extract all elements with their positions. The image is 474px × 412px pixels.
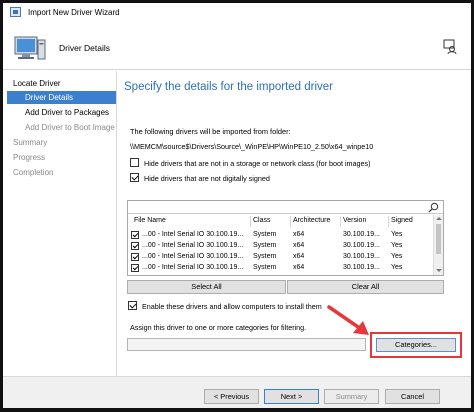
help-icon[interactable] xyxy=(443,39,459,55)
column-separator xyxy=(340,216,341,227)
nav-step-summary: Summary xyxy=(13,138,48,147)
driver-architecture: x64 xyxy=(293,231,305,238)
nav-step-add-driver-to-boot-image: Add Driver to Boot Image xyxy=(25,123,115,132)
category-field xyxy=(127,338,366,351)
computer-icon xyxy=(14,36,46,60)
col-header-signed[interactable]: Signed xyxy=(391,217,413,224)
search-icon[interactable] xyxy=(428,202,439,213)
scroll-down-arrow-icon[interactable] xyxy=(436,269,442,272)
col-header-file-name[interactable]: File Name xyxy=(134,217,166,224)
col-header-version[interactable]: Version xyxy=(343,217,366,224)
driver-row[interactable]: ...00 - Intel Serial IO 30.100.19... Sys… xyxy=(128,263,433,274)
import-folder-label: The following drivers will be imported f… xyxy=(130,127,291,136)
driver-file-name: ...00 - Intel Serial IO 30.100.19... xyxy=(142,231,244,238)
clear-all-button[interactable]: Clear All xyxy=(287,280,444,294)
wizard-footer: < Previous Next > Summary Cancel xyxy=(3,377,471,408)
nav-step-locate-driver: Locate Driver xyxy=(13,79,61,88)
title-bar: Import New Driver Wizard xyxy=(3,3,471,21)
driver-row[interactable]: ...00 - Intel Serial IO 30.100.19... Sys… xyxy=(128,241,433,252)
driver-architecture: x64 xyxy=(293,253,305,260)
nav-step-add-driver-to-packages: Add Driver to Packages xyxy=(25,108,110,117)
col-header-class[interactable]: Class xyxy=(253,217,271,224)
assign-categories-label: Assign this driver to one or more catego… xyxy=(130,323,307,332)
driver-version: 30.100.19... xyxy=(343,264,380,271)
nav-step-driver-details: Driver Details xyxy=(7,91,116,104)
driver-list[interactable]: File Name Class Architecture Version Sig… xyxy=(127,200,444,276)
page-heading: Specify the details for the imported dri… xyxy=(124,81,334,93)
col-header-architecture[interactable]: Architecture xyxy=(293,217,330,224)
wizard-app-icon xyxy=(10,7,21,17)
hide-unsigned-checkbox[interactable] xyxy=(130,173,139,182)
driver-file-name: ...00 - Intel Serial IO 30.100.19... xyxy=(142,264,244,271)
scroll-up-arrow-icon[interactable] xyxy=(436,217,442,220)
driver-search-input[interactable] xyxy=(128,201,443,214)
previous-button[interactable]: < Previous xyxy=(204,389,259,404)
driver-architecture: x64 xyxy=(293,264,305,271)
driver-file-name: ...00 - Intel Serial IO 30.100.19... xyxy=(142,253,244,260)
cancel-button[interactable]: Cancel xyxy=(385,389,440,404)
nav-step-progress: Progress xyxy=(13,153,46,162)
driver-class: System xyxy=(253,264,277,271)
column-separator xyxy=(250,216,251,227)
driver-version: 30.100.19... xyxy=(343,242,380,249)
hide-storage-checkbox[interactable] xyxy=(130,158,139,167)
driver-signed: Yes xyxy=(391,231,403,238)
driver-class: System xyxy=(253,253,277,260)
driver-signed: Yes xyxy=(391,242,403,249)
driver-row-checkbox[interactable] xyxy=(131,231,139,239)
driver-signed: Yes xyxy=(391,253,403,260)
window-title: Import New Driver Wizard xyxy=(28,8,120,17)
scroll-thumb[interactable] xyxy=(436,224,441,254)
enable-drivers-label: Enable these drivers and allow computers… xyxy=(142,302,322,311)
annotation-highlight-box xyxy=(370,332,462,358)
enable-drivers-checkbox[interactable] xyxy=(128,301,137,310)
driver-file-name: ...00 - Intel Serial IO 30.100.19... xyxy=(142,242,244,249)
column-separator xyxy=(388,216,389,227)
driver-row-checkbox[interactable] xyxy=(131,242,139,250)
hide-unsigned-label: Hide drivers that are not digitally sign… xyxy=(144,174,270,183)
next-button[interactable]: Next > xyxy=(264,389,319,404)
driver-row-checkbox[interactable] xyxy=(131,264,139,272)
driver-row-checkbox[interactable] xyxy=(131,253,139,261)
driver-version: 30.100.19... xyxy=(343,231,380,238)
wizard-steps-nav: Locate Driver Driver Details Add Driver … xyxy=(3,71,116,376)
select-all-button[interactable]: Select All xyxy=(127,280,286,294)
main-panel: Specify the details for the imported dri… xyxy=(117,71,471,376)
driver-row[interactable]: ...00 - Intel Serial IO 30.100.19... Sys… xyxy=(128,230,433,241)
hide-storage-label: Hide drivers that are not in a storage o… xyxy=(144,159,371,168)
page-name: Driver Details xyxy=(59,43,111,53)
summary-button[interactable]: Summary xyxy=(324,389,379,404)
driver-version: 30.100.19... xyxy=(343,253,380,260)
driver-signed: Yes xyxy=(391,264,403,271)
driver-architecture: x64 xyxy=(293,242,305,249)
wizard-header: Driver Details xyxy=(3,21,471,70)
import-folder-path: \\MEMCM\source$\Drivers\Source\_WinPE\HP… xyxy=(130,142,374,151)
driver-class: System xyxy=(253,231,277,238)
driver-class: System xyxy=(253,242,277,249)
driver-list-scrollbar[interactable] xyxy=(433,215,443,275)
driver-row[interactable]: ...00 - Intel Serial IO 30.100.19... Sys… xyxy=(128,252,433,263)
driver-table-header: File Name Class Architecture Version Sig… xyxy=(128,216,433,228)
annotation-arrow-icon xyxy=(327,305,369,335)
column-separator xyxy=(290,216,291,227)
nav-step-completion: Completion xyxy=(13,168,54,177)
